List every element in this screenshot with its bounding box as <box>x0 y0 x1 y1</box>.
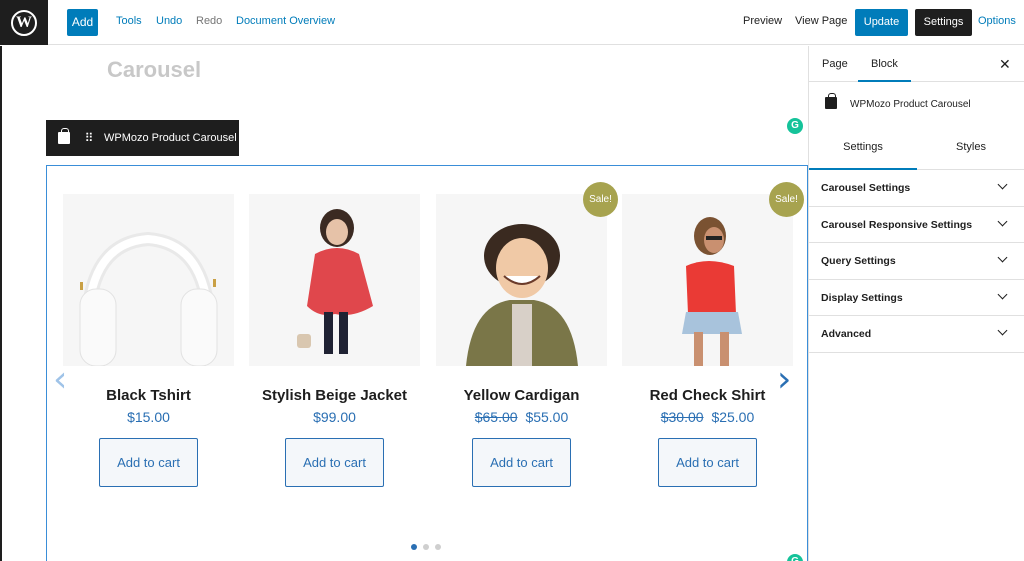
product-price: $65.00 $55.00 <box>436 409 607 425</box>
preview-button[interactable]: Preview <box>743 15 782 27</box>
sale-badge: Sale! <box>769 182 804 217</box>
chevron-down-icon <box>997 216 1008 226</box>
panel-display-settings[interactable]: Display Settings <box>809 280 1024 316</box>
update-button[interactable]: Update <box>855 9 908 36</box>
block-card-title: WPMozo Product Carousel <box>850 99 971 110</box>
carousel-dot-2[interactable] <box>423 544 429 550</box>
product-name[interactable]: Yellow Cardigan <box>436 387 607 404</box>
block-inspector-tabs: Settings Styles <box>809 126 1024 170</box>
product-name[interactable]: Black Tshirt <box>63 387 234 404</box>
shopping-bag-icon <box>825 93 837 109</box>
settings-sidebar: Page Block ✕ WPMozo Product Carousel Set… <box>808 46 1024 561</box>
product-price: $99.00 <box>249 409 420 425</box>
product-card: Black Tshirt $15.00 Add to cart <box>63 194 234 487</box>
product-image-red-shirt[interactable] <box>622 194 793 366</box>
add-block-button[interactable]: Add <box>67 9 98 36</box>
product-old-price: $30.00 <box>660 409 704 425</box>
options-button[interactable]: Options <box>978 15 1016 27</box>
undo-button[interactable]: Undo <box>156 15 182 27</box>
product-image-jacket[interactable] <box>249 194 420 366</box>
block-type-button[interactable] <box>46 120 82 156</box>
panel-label: Carousel Settings <box>821 182 911 194</box>
tab-block[interactable]: Block <box>858 58 911 82</box>
carousel-pagination <box>411 544 441 550</box>
add-to-cart-button[interactable]: Add to cart <box>658 438 757 487</box>
editor-top-bar: W Add Tools Undo Redo Document Overview … <box>0 0 1024 45</box>
tab-settings[interactable]: Settings <box>809 141 917 170</box>
product-current-price: $15.00 <box>127 409 170 425</box>
panel-label: Carousel Responsive Settings <box>821 218 973 231</box>
block-toolbar: ⠿ WPMozo Product Carousel <box>46 120 239 156</box>
add-to-cart-button[interactable]: Add to cart <box>285 438 384 487</box>
grammarly-icon[interactable]: G <box>787 118 803 134</box>
add-to-cart-button[interactable]: Add to cart <box>472 438 571 487</box>
drag-handle-icon[interactable]: ⠿ <box>82 131 96 145</box>
panel-label: Advanced <box>821 328 872 340</box>
add-to-cart-button[interactable]: Add to cart <box>99 438 198 487</box>
product-current-price: $99.00 <box>313 409 356 425</box>
view-page-link[interactable]: View Page <box>795 15 847 27</box>
product-current-price: $25.00 <box>711 409 755 425</box>
tab-styles[interactable]: Styles <box>917 141 1024 153</box>
product-card: Red Check Shirt $30.00 $25.00 Add to car… <box>622 194 793 487</box>
product-carousel-block[interactable]: ‹ › Black Tshirt $15.00 Add to cart Styl… <box>46 165 808 561</box>
chevron-down-icon <box>997 252 1008 263</box>
product-name[interactable]: Stylish Beige Jacket <box>249 387 420 404</box>
settings-panels: Carousel Settings Carousel Responsive Se… <box>809 170 1024 353</box>
document-overview-button[interactable]: Document Overview <box>236 15 335 27</box>
shopping-bag-icon <box>58 128 70 144</box>
product-card: Yellow Cardigan $65.00 $55.00 Add to car… <box>436 194 607 487</box>
panel-carousel-responsive-settings[interactable]: Carousel Responsive Settings <box>809 207 1024 243</box>
product-price: $30.00 $25.00 <box>622 409 793 425</box>
product-price: $15.00 <box>63 409 234 425</box>
product-image-cardigan[interactable] <box>436 194 607 366</box>
close-icon[interactable]: ✕ <box>999 56 1011 73</box>
tools-button[interactable]: Tools <box>116 15 142 27</box>
panel-query-settings[interactable]: Query Settings <box>809 243 1024 280</box>
product-old-price: $65.00 <box>474 409 518 425</box>
sidebar-tabs: Page Block ✕ <box>809 46 1024 82</box>
chevron-down-icon <box>997 179 1008 190</box>
product-card: Stylish Beige Jacket $99.00 Add to cart <box>249 194 420 487</box>
carousel-dot-1[interactable] <box>411 544 417 550</box>
product-image-headphones[interactable] <box>63 194 234 366</box>
block-toolbar-label: WPMozo Product Carousel <box>104 132 237 144</box>
panel-label: Query Settings <box>821 255 896 267</box>
block-icon <box>825 93 837 109</box>
product-current-price: $55.00 <box>525 409 569 425</box>
product-name[interactable]: Red Check Shirt <box>622 387 793 404</box>
tab-page[interactable]: Page <box>822 58 848 70</box>
page-heading-carousel[interactable]: Carousel <box>107 57 201 83</box>
wordpress-logo-button[interactable]: W <box>0 0 48 45</box>
redo-button[interactable]: Redo <box>196 15 222 27</box>
panel-label: Display Settings <box>821 291 903 304</box>
panel-carousel-settings[interactable]: Carousel Settings <box>809 170 1024 207</box>
panel-advanced[interactable]: Advanced <box>809 316 1024 353</box>
settings-toggle-button[interactable]: Settings <box>915 9 972 36</box>
chevron-down-icon <box>997 325 1008 336</box>
sale-badge: Sale! <box>583 182 618 217</box>
chevron-down-icon <box>997 289 1008 299</box>
wordpress-w-icon: W <box>11 9 37 36</box>
carousel-dot-3[interactable] <box>435 544 441 550</box>
